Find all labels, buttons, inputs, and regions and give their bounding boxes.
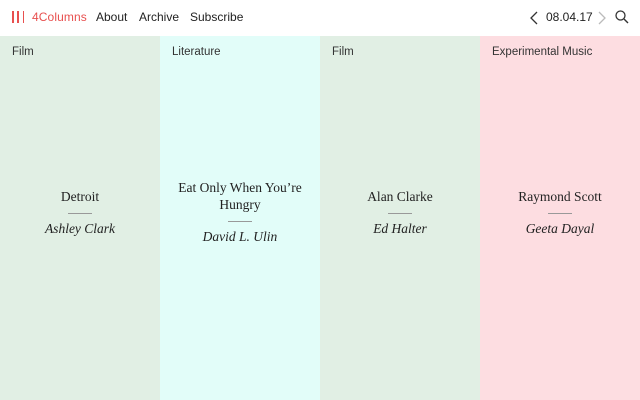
top-bar: 4Columns About Archive Subscribe 08.04.1… (0, 0, 640, 36)
divider (228, 221, 252, 222)
nav-subscribe-link[interactable]: Subscribe (190, 10, 243, 24)
column-title: Raymond Scott (518, 188, 602, 204)
column-author: Ed Halter (373, 220, 427, 236)
column-card[interactable]: Literature Eat Only When You’re Hungry D… (160, 36, 320, 400)
issue-date: 08.04.17 (546, 10, 593, 24)
column-title: Eat Only When You’re Hungry (178, 180, 302, 212)
chevron-left-icon[interactable] (528, 11, 540, 25)
column-title: Detroit (60, 188, 100, 204)
column-card[interactable]: Film Detroit Ashley Clark (0, 36, 160, 400)
column-author: Ashley Clark (44, 220, 116, 236)
divider (548, 212, 572, 214)
divider (68, 212, 92, 214)
columns-grid: Film Detroit Ashley Clark Literature Eat… (0, 36, 640, 400)
column-title: Alan Clarke (367, 188, 433, 204)
column-author: David L. Ulin (202, 229, 278, 244)
column-card[interactable]: Experimental Music Raymond Scott Geeta D… (480, 36, 640, 400)
column-card[interactable]: Film Alan Clarke Ed Halter (320, 36, 480, 400)
chevron-right-icon[interactable] (596, 11, 608, 25)
divider (388, 212, 412, 214)
column-author: Geeta Dayal (525, 220, 595, 236)
search-icon[interactable] (614, 9, 630, 25)
nav-about-link[interactable]: About (96, 10, 127, 24)
logo-mark-icon[interactable] (12, 11, 24, 23)
nav-archive-link[interactable]: Archive (139, 10, 179, 24)
brand-link[interactable]: 4Columns (32, 10, 87, 24)
